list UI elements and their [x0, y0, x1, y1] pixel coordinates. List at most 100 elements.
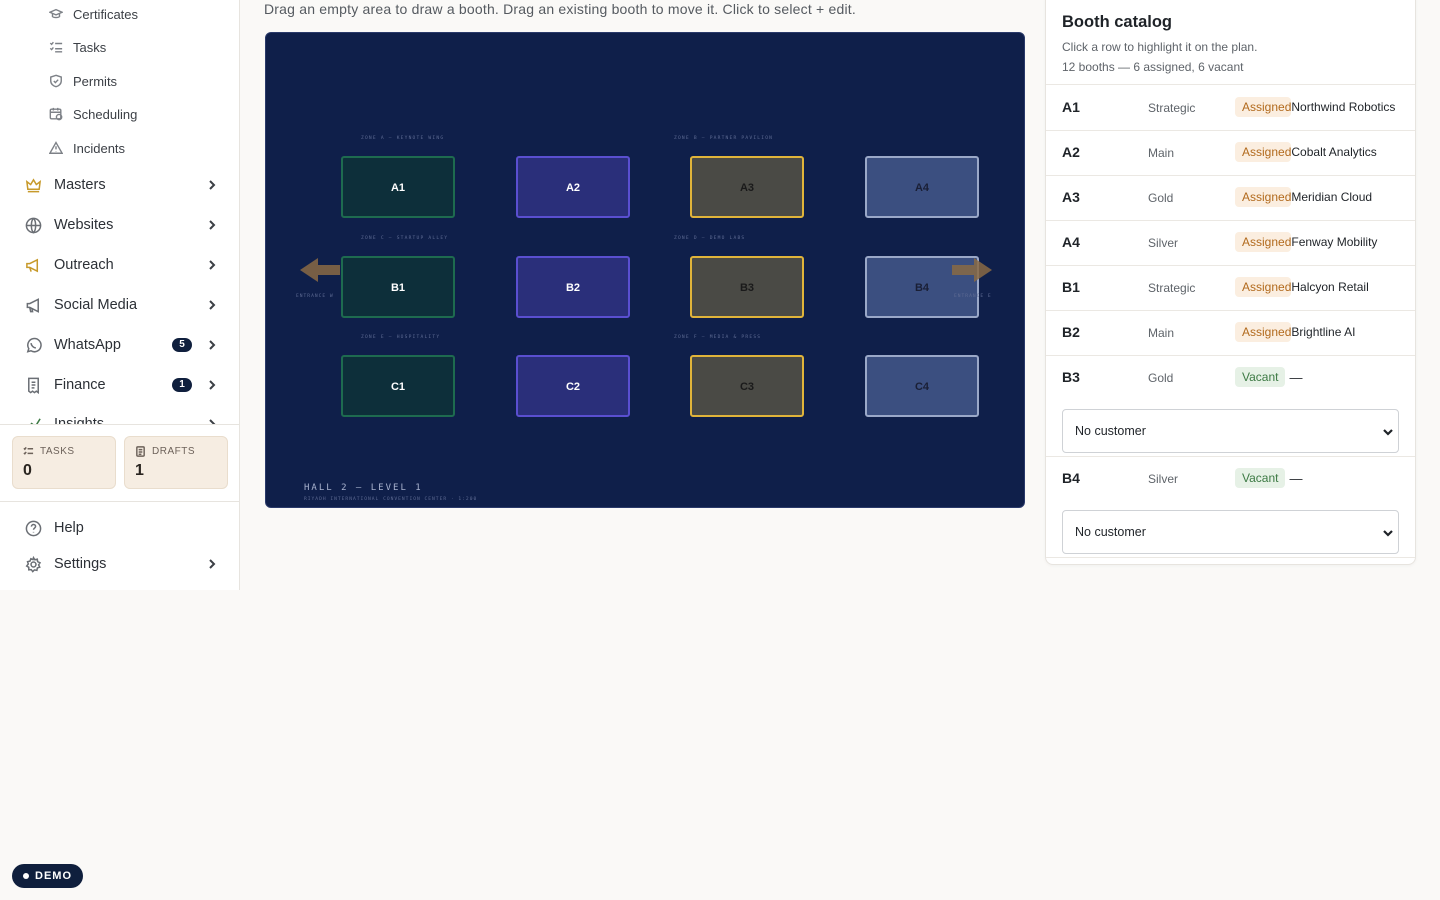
- tasks-stat-value: 0: [23, 462, 32, 479]
- customer-select[interactable]: No customer: [1062, 409, 1399, 453]
- drafts-stat-card[interactable]: DRAFTS 1: [124, 436, 228, 489]
- booth-code: A4: [1062, 234, 1080, 250]
- sidebar-item-label: Social Media: [54, 297, 138, 313]
- sidebar-subitem-certificates[interactable]: Certificates: [48, 3, 138, 25]
- sidebar-item-settings[interactable]: Settings: [24, 552, 224, 576]
- sidebar-subitem-label: Scheduling: [73, 106, 138, 122]
- sidebar-item-label: Help: [54, 520, 84, 536]
- catalog-row-b3[interactable]: B3 Gold Vacant — No customer: [1046, 356, 1415, 457]
- tasks-stat-label: TASKS: [40, 446, 75, 457]
- chart-icon: [24, 415, 42, 424]
- sidebar-subitem-scheduling[interactable]: Scheduling: [48, 103, 137, 125]
- catalog-row-b1[interactable]: B1 Strategic Assigned Halcyon Retail: [1046, 266, 1415, 311]
- zone-label: ZONE D — DEMO LABS: [674, 235, 745, 241]
- zone-label: ZONE B — PARTNER PAVILION: [674, 135, 773, 141]
- catalog-row-b4[interactable]: B4 Silver Vacant — No customer: [1046, 457, 1415, 558]
- shield-check-icon: [48, 73, 64, 89]
- catalog-subtitle: Click a row to highlight it on the plan.: [1062, 40, 1258, 54]
- booth-label: C1: [391, 381, 405, 393]
- whatsapp-count-badge: 5: [172, 338, 192, 352]
- status-dot-icon: [23, 873, 29, 879]
- booth-tier: Gold: [1148, 191, 1174, 205]
- sidebar-item-social-media[interactable]: Social Media: [24, 293, 224, 317]
- sidebar-subitem-permits[interactable]: Permits: [48, 70, 117, 92]
- sidebar-item-outreach[interactable]: Outreach: [24, 253, 224, 277]
- floorplan-canvas[interactable]: ZONE A — KEYNOTE WING ZONE B — PARTNER P…: [265, 32, 1025, 508]
- chevron-down-icon: [1383, 530, 1393, 537]
- sidebar-item-websites[interactable]: Websites: [24, 213, 224, 237]
- sidebar-subitem-incidents[interactable]: Incidents: [48, 137, 125, 159]
- chevron-right-icon: [206, 179, 218, 191]
- sidebar-item-label: Outreach: [54, 257, 114, 273]
- status-badge: Vacant: [1235, 468, 1286, 488]
- sidebar-item-label: Settings: [54, 556, 107, 572]
- chevron-right-icon: [206, 259, 218, 271]
- globe-icon: [24, 216, 42, 234]
- booth-code: B4: [1062, 470, 1080, 486]
- sidebar-item-label: Websites: [54, 217, 114, 233]
- megaphone-icon: [24, 256, 42, 274]
- finance-count-badge: 1: [172, 378, 192, 392]
- booth-label: B4: [915, 282, 930, 294]
- list-checks-icon: [48, 39, 64, 55]
- chevron-right-icon: [206, 379, 218, 391]
- sidebar-item-insights[interactable]: Insights: [24, 412, 224, 424]
- sidebar-subitem-label: Permits: [73, 73, 118, 89]
- customer-name: Fenway Mobility: [1291, 235, 1378, 249]
- status-badge: Assigned: [1235, 142, 1292, 162]
- catalog-row-a2[interactable]: A2 Main Assigned Cobalt Analytics: [1046, 131, 1415, 176]
- sidebar-item-label: Insights: [54, 416, 104, 424]
- chevron-right-icon: [206, 299, 218, 311]
- help-circle-icon: [24, 519, 42, 537]
- sidebar-item-label: Finance: [54, 377, 106, 393]
- catalog-count: 12 booths — 6 assigned, 6 vacant: [1062, 60, 1244, 74]
- demo-label: DEMO: [35, 870, 72, 882]
- megaphone-outline-icon: [24, 296, 42, 314]
- booth-label: C4: [915, 381, 930, 393]
- document-icon: [136, 446, 145, 457]
- customer-select-value: No customer: [1075, 525, 1146, 539]
- catalog-row-a4[interactable]: A4 Silver Assigned Fenway Mobility: [1046, 221, 1415, 266]
- whatsapp-icon: [24, 336, 42, 354]
- chevron-right-icon: [206, 339, 218, 351]
- booth-code: B1: [1062, 279, 1080, 295]
- booth-tier: Strategic: [1148, 281, 1196, 295]
- zone-label: ZONE E — HOSPITALITY: [361, 334, 440, 340]
- booth-label: B3: [740, 282, 754, 294]
- status-badge: Assigned: [1235, 277, 1292, 297]
- booth-tier: Strategic: [1148, 101, 1196, 115]
- customer-name: Halcyon Retail: [1291, 280, 1369, 294]
- booth-tier: Main: [1148, 326, 1175, 340]
- booth-label: C3: [740, 381, 754, 393]
- sidebar-nav[interactable]: Certificates Tasks Permits Scheduling In…: [0, 0, 239, 424]
- sidebar-subitem-label: Incidents: [73, 140, 126, 156]
- booth-code: B2: [1062, 324, 1080, 340]
- booth-label: A1: [391, 182, 405, 194]
- booth-catalog-panel: Booth catalog Click a row to highlight i…: [1045, 0, 1416, 565]
- sidebar-divider: [0, 501, 239, 502]
- sidebar-item-whatsapp[interactable]: WhatsApp 5: [24, 333, 224, 357]
- booth-tier: Gold: [1148, 371, 1174, 385]
- settings-icon: [24, 555, 42, 573]
- booth-code: A2: [1062, 144, 1080, 160]
- tasks-stat-card[interactable]: TASKS 0: [12, 436, 116, 489]
- customer-select[interactable]: No customer: [1062, 510, 1399, 554]
- entrance-west-arrow-icon: [300, 258, 340, 282]
- catalog-row-b2[interactable]: B2 Main Assigned Brightline AI: [1046, 311, 1415, 356]
- booth-tier: Main: [1148, 146, 1175, 160]
- sidebar-item-finance[interactable]: Finance 1: [24, 373, 224, 397]
- demo-badge[interactable]: DEMO: [12, 864, 83, 888]
- catalog-row-a3[interactable]: A3 Gold Assigned Meridian Cloud: [1046, 176, 1415, 221]
- booth-label: A3: [740, 182, 754, 194]
- sidebar-subitem-label: Certificates: [73, 6, 139, 22]
- floorplan-svg[interactable]: ZONE A — KEYNOTE WING ZONE B — PARTNER P…: [266, 33, 1025, 508]
- catalog-row-a1[interactable]: A1 Strategic Assigned Northwind Robotics: [1046, 86, 1415, 131]
- zone-label: ZONE F — MEDIA & PRESS: [674, 334, 761, 340]
- booth-tier: Silver: [1148, 236, 1179, 250]
- canvas-hint: Drag an empty area to draw a booth. Drag…: [264, 1, 856, 17]
- status-badge: Assigned: [1235, 322, 1292, 342]
- sidebar-subitem-tasks[interactable]: Tasks: [48, 36, 106, 58]
- sidebar-item-help[interactable]: Help: [24, 516, 224, 540]
- receipt-icon: [24, 376, 42, 394]
- sidebar-item-masters[interactable]: Masters: [24, 173, 224, 197]
